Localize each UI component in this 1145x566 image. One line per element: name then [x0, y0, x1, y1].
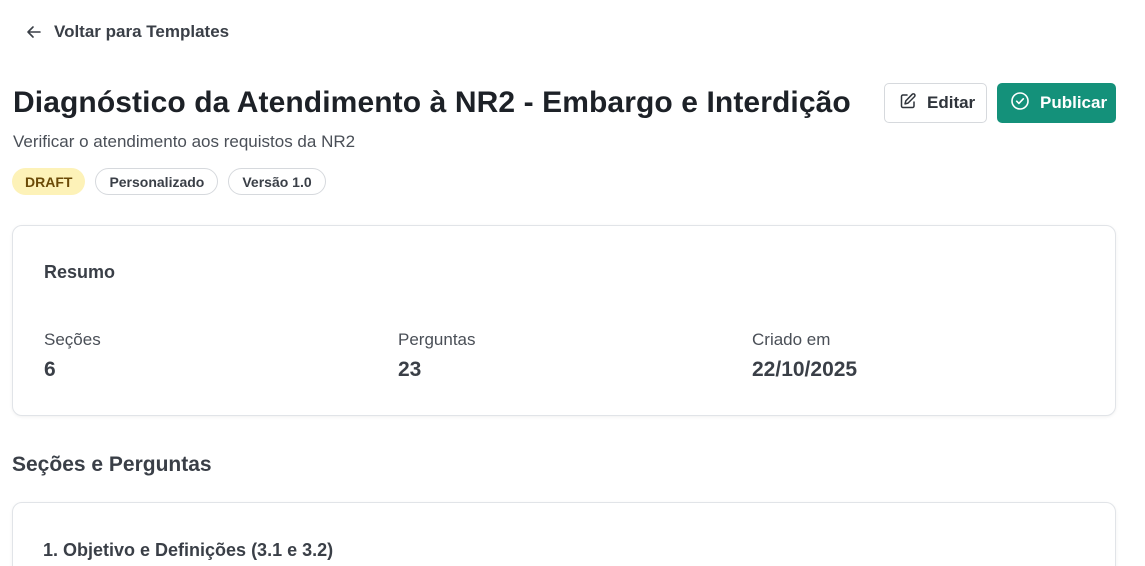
section-title: 1. Objetivo e Definições (3.1 e 3.2) [43, 540, 334, 560]
summary-card: Resumo Seções 6 Perguntas 23 Criado em 2… [12, 225, 1116, 416]
publish-button[interactable]: Publicar [997, 83, 1116, 123]
stat-sections: Seções 6 [44, 330, 101, 382]
stat-value: 6 [44, 358, 56, 381]
edit-button-label: Editar [927, 93, 976, 112]
sections-heading: Seções e Perguntas [12, 453, 212, 476]
stat-label: Perguntas [398, 330, 476, 349]
summary-title: Resumo [44, 262, 116, 282]
stat-questions: Perguntas 23 [398, 330, 476, 382]
type-badge: Personalizado [95, 168, 219, 195]
stat-label: Seções [44, 330, 101, 349]
badge-row: DRAFT Personalizado Versão 1.0 [12, 168, 326, 195]
template-detail-page: Voltar para Templates Diagnóstico da Ate… [0, 0, 1145, 566]
stat-value: 22/10/2025 [752, 358, 858, 381]
publish-button-label: Publicar [1040, 93, 1108, 112]
section-card[interactable]: 1. Objetivo e Definições (3.1 e 3.2) [12, 502, 1116, 566]
back-to-templates-link[interactable]: Voltar para Templates [26, 22, 229, 42]
status-badge: DRAFT [12, 168, 86, 195]
arrow-left-icon [26, 24, 42, 40]
check-circle-icon [1010, 91, 1030, 116]
page-title: Diagnóstico da Atendimento à NR2 - Embar… [13, 86, 851, 119]
pencil-square-icon [899, 92, 917, 115]
back-link-label: Voltar para Templates [54, 22, 230, 41]
stat-value: 23 [398, 358, 422, 381]
stat-created-at: Criado em 22/10/2025 [752, 330, 857, 382]
edit-button[interactable]: Editar [884, 83, 987, 123]
stat-label: Criado em [752, 330, 831, 349]
version-badge: Versão 1.0 [228, 168, 326, 195]
page-subtitle: Verificar o atendimento aos requistos da… [13, 132, 356, 151]
